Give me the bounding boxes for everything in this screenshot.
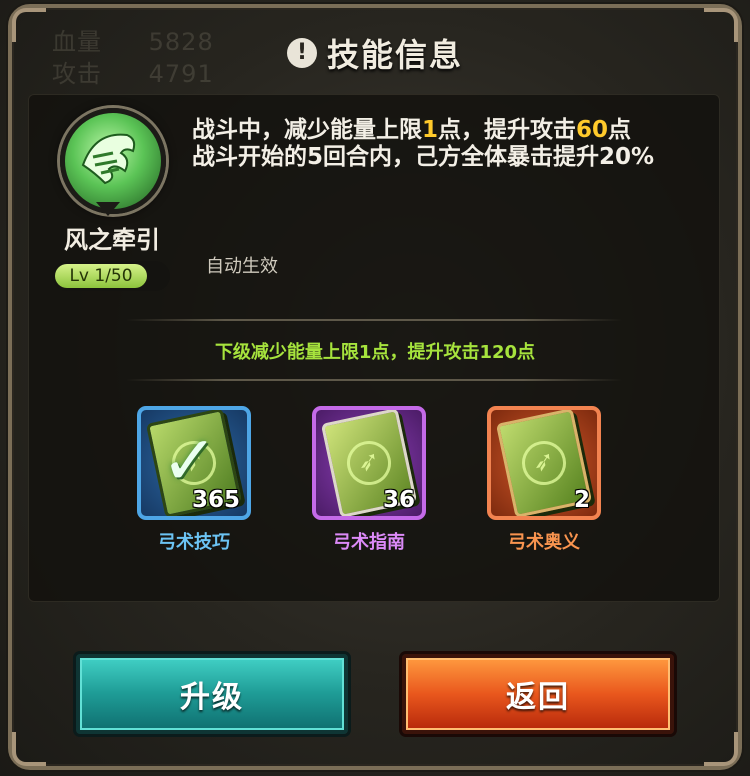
tiger-spirit-glyph bbox=[81, 133, 136, 185]
book-name: 弓术奥义 bbox=[508, 532, 580, 553]
book-count: 2 bbox=[573, 487, 590, 513]
divider bbox=[126, 379, 622, 381]
skill-trigger-type: 自动生效 bbox=[206, 256, 278, 277]
desc-text: 点，提升攻击 bbox=[438, 117, 577, 143]
dialog-header: ! 技能信息 bbox=[0, 28, 750, 78]
desc-text: 点 bbox=[608, 117, 632, 143]
book-count: 36 bbox=[382, 487, 415, 513]
skill-level-text: Lv 1/50 bbox=[55, 264, 147, 288]
divider bbox=[126, 319, 622, 321]
skill-book-slot-1[interactable]: ➶ ✓ 365 bbox=[137, 406, 251, 520]
book-count: 365 bbox=[191, 487, 240, 513]
desc-highlight: 1 bbox=[422, 117, 439, 143]
skill-book-slot-2[interactable]: ➶ 36 bbox=[312, 406, 426, 520]
book-name: 弓术指南 bbox=[333, 532, 405, 553]
dialog-title: 技能信息 bbox=[326, 36, 463, 74]
desc-text: 战斗中，减少能量上限 bbox=[192, 117, 422, 143]
book-name: 弓术技巧 bbox=[158, 532, 230, 553]
bow-emblem-icon: ➶ bbox=[517, 436, 571, 490]
frame-corner bbox=[704, 732, 738, 766]
skill-name: 风之牵引 bbox=[64, 226, 160, 254]
skill-icon-pointer bbox=[96, 202, 120, 216]
frame-corner bbox=[12, 732, 46, 766]
skill-description: 战斗中，减少能量上限1点，提升攻击60点 战斗开始的5回合内，己方全体暴击提升2… bbox=[192, 117, 702, 171]
bow-emblem-icon: ➶ bbox=[342, 436, 396, 490]
next-level-preview: 下级减少能量上限1点，提升攻击120点 bbox=[214, 342, 536, 363]
skill-book-slot-3[interactable]: ➶ 2 bbox=[487, 406, 601, 520]
desc-highlight: 60 bbox=[576, 117, 609, 143]
upgrade-button[interactable]: 升级 bbox=[76, 654, 348, 734]
checkmark-icon: ✓ bbox=[161, 422, 218, 501]
exclamation-icon: ! bbox=[286, 38, 317, 68]
skill-description-line-2: 战斗开始的5回合内，己方全体暴击提升20% bbox=[192, 144, 655, 170]
skill-level-badge: Lv 1/50 bbox=[52, 261, 170, 291]
back-button[interactable]: 返回 bbox=[402, 654, 674, 734]
tiger-spirit-icon bbox=[60, 108, 166, 214]
skill-description-line-1: 战斗中，减少能量上限1点，提升攻击60点 bbox=[192, 117, 702, 144]
